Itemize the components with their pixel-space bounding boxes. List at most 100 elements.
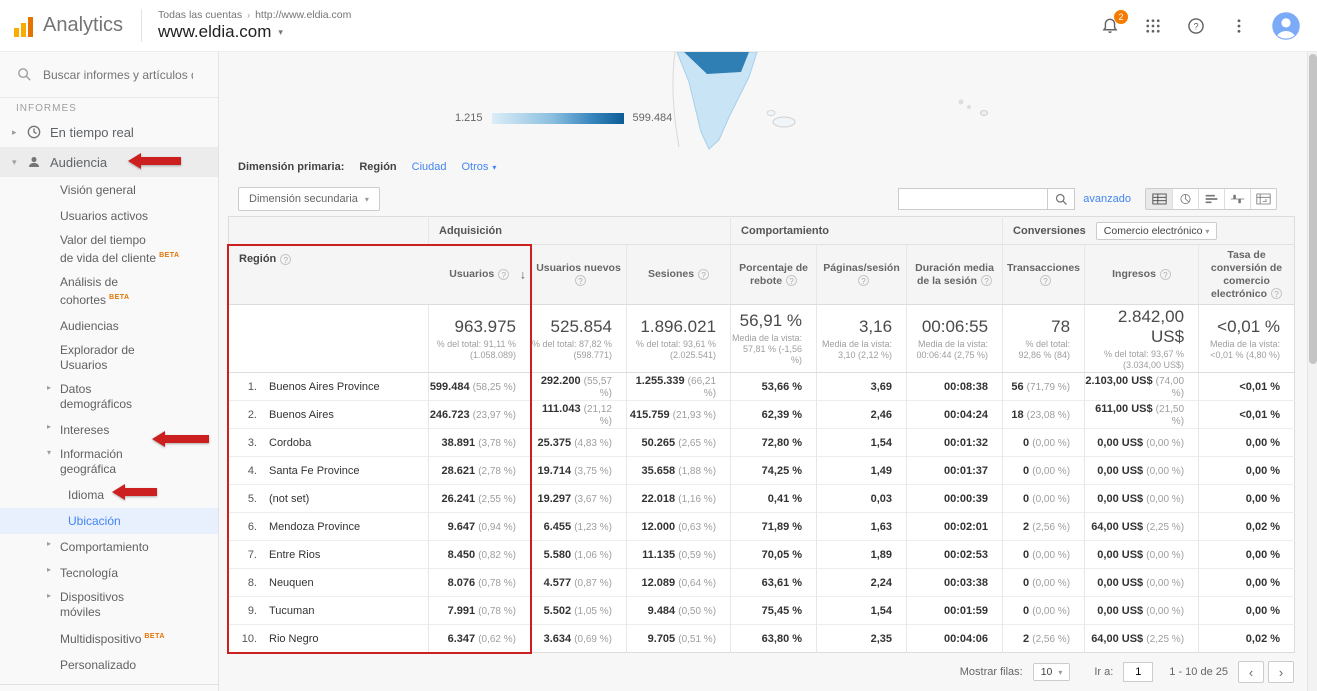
- sidebar-item-idioma[interactable]: Idioma: [0, 482, 218, 508]
- app-name[interactable]: Analytics: [43, 14, 123, 37]
- prev-page-button[interactable]: ‹: [1238, 661, 1264, 683]
- sidebar-item-datos-demograficos[interactable]: ▸Datos demográficos: [0, 378, 218, 417]
- sidebar-item-vision-general[interactable]: Visión general: [0, 177, 218, 203]
- region-link[interactable]: Entre Rios: [269, 549, 320, 561]
- dimension-option-city[interactable]: Ciudad: [412, 161, 447, 173]
- chevron-right-icon[interactable]: ▸: [47, 565, 51, 574]
- chevron-right-icon[interactable]: ▸: [47, 539, 51, 548]
- search-icon: [1054, 192, 1069, 207]
- metric-cell: 0,00 US$ (0,00 %): [1085, 485, 1199, 513]
- help-icon[interactable]: [858, 275, 869, 286]
- next-page-button[interactable]: ›: [1268, 661, 1294, 683]
- metric-cell: 56 (71,79 %): [1003, 373, 1085, 401]
- sidebar-item-label: Audiencias: [60, 319, 119, 334]
- sidebar-item-dispositivos-moviles[interactable]: ▸Dispositivos móviles: [0, 586, 218, 625]
- region-link[interactable]: Mendoza Province: [269, 521, 360, 533]
- sidebar-item-usuarios-activos[interactable]: Usuarios activos: [0, 203, 218, 229]
- sidebar-item-en-tiempo-real[interactable]: ▸En tiempo real: [0, 117, 218, 147]
- chevron-down-icon[interactable]: ▾: [47, 448, 51, 457]
- percentage-view-button[interactable]: [1172, 189, 1198, 209]
- table-row: 4.Santa Fe Province28.621 (2,78 %)19.714…: [229, 457, 1295, 485]
- sidebar-item-explorador-de-usuarios[interactable]: Explorador de Usuarios: [0, 339, 218, 378]
- region-link[interactable]: Tucuman: [269, 605, 314, 617]
- goto-page-input[interactable]: [1123, 662, 1153, 682]
- region-link[interactable]: Buenos Aires: [269, 409, 334, 421]
- notifications-button[interactable]: 2: [1099, 15, 1121, 37]
- totals-cell: 525.854% del total: 87,82 % (598.771): [531, 305, 627, 373]
- sidebar-item-informacion-geografica[interactable]: ▾Información geográfica: [0, 443, 218, 482]
- column-header-tasa-de-conversion-de-comercio-electronico[interactable]: Tasa de conversión de comercio electróni…: [1199, 245, 1295, 305]
- analytics-logo-icon[interactable]: [14, 15, 33, 37]
- help-button[interactable]: ?: [1185, 15, 1207, 37]
- chevron-right-icon[interactable]: ▸: [47, 383, 51, 392]
- column-header-ingresos[interactable]: Ingresos: [1085, 245, 1199, 305]
- help-icon[interactable]: [1160, 269, 1171, 280]
- column-header-sesiones[interactable]: Sesiones: [627, 245, 731, 305]
- column-header-duracion-media-de-la-sesion[interactable]: Duración media de la sesión: [907, 245, 1003, 305]
- account-avatar[interactable]: [1271, 11, 1301, 41]
- sidebar-item-ubicacion[interactable]: Ubicación: [0, 508, 218, 534]
- performance-view-button[interactable]: [1198, 189, 1224, 209]
- sidebar-item-valor-del-tiempo-de-vida-del-cliente[interactable]: Valor del tiempo de vida del clienteBETA: [0, 229, 218, 271]
- conversion-type-select[interactable]: Comercio electrónico▾: [1096, 222, 1218, 240]
- region-link[interactable]: Buenos Aires Province: [269, 381, 380, 393]
- help-icon[interactable]: [698, 269, 709, 280]
- column-header-paginas-sesion[interactable]: Páginas/sesión: [817, 245, 907, 305]
- region-link[interactable]: (not set): [269, 493, 309, 505]
- sidebar-item-atribucion[interactable]: AtribuciónBETA: [0, 687, 218, 691]
- help-icon[interactable]: [1040, 275, 1051, 286]
- breadcrumb-item-accounts[interactable]: Todas las cuentas: [158, 9, 242, 21]
- vertical-scrollbar[interactable]: [1307, 52, 1317, 691]
- sidebar-item-analisis-de-cohortes[interactable]: Análisis de cohortesBETA: [0, 271, 218, 313]
- rows-per-page-select[interactable]: 10 ▾: [1033, 663, 1071, 681]
- sidebar-item-comportamiento[interactable]: ▸Comportamiento: [0, 534, 218, 560]
- apps-grid-button[interactable]: [1142, 15, 1164, 37]
- help-icon[interactable]: [498, 269, 509, 280]
- scrollbar-thumb[interactable]: [1309, 54, 1317, 364]
- pivot-view-button[interactable]: [1250, 189, 1276, 209]
- chevron-right-icon[interactable]: ▸: [47, 422, 51, 431]
- sidebar-item-personalizado[interactable]: Personalizado: [0, 652, 218, 678]
- search-input[interactable]: [43, 68, 193, 82]
- sidebar-search[interactable]: [0, 52, 218, 98]
- beta-badge: BETA: [159, 252, 180, 259]
- metric-cell: 00:01:59: [907, 597, 1003, 625]
- account-selector[interactable]: www.eldia.com ▾: [158, 22, 351, 42]
- column-header-usuarios[interactable]: Usuarios↓: [429, 245, 531, 305]
- column-header-usuarios-nuevos[interactable]: Usuarios nuevos: [531, 245, 627, 305]
- help-icon[interactable]: [786, 275, 797, 286]
- help-icon[interactable]: [575, 275, 586, 286]
- comparison-view-button[interactable]: [1224, 189, 1250, 209]
- table-view-button[interactable]: [1146, 189, 1172, 209]
- chevron-right-icon[interactable]: ▸: [12, 127, 24, 138]
- metric-cell: 0,00 %: [1199, 541, 1295, 569]
- geo-map[interactable]: [589, 52, 1289, 152]
- column-header-transacciones[interactable]: Transacciones: [1003, 245, 1085, 305]
- breadcrumb-item-property[interactable]: http://www.eldia.com: [255, 9, 351, 21]
- help-icon[interactable]: [1271, 288, 1282, 299]
- sidebar-item-audiencia[interactable]: ▾Audiencia: [0, 147, 218, 177]
- sidebar-item-multidispositivo[interactable]: MultidispositivoBETA: [0, 625, 218, 652]
- region-link[interactable]: Neuquen: [269, 577, 314, 589]
- help-icon[interactable]: [280, 254, 291, 265]
- chevron-right-icon[interactable]: ▸: [47, 591, 51, 600]
- metric-cell: 26.241 (2,55 %): [429, 485, 531, 513]
- region-link[interactable]: Rio Negro: [269, 633, 319, 645]
- column-header-porcentaje-de-rebote[interactable]: Porcentaje de rebote: [731, 245, 817, 305]
- sidebar-item-intereses[interactable]: ▸Intereses: [0, 417, 218, 443]
- sidebar-item-tecnologia[interactable]: ▸Tecnología: [0, 560, 218, 586]
- chevron-down-icon[interactable]: ▾: [12, 157, 24, 168]
- region-link[interactable]: Santa Fe Province: [269, 465, 360, 477]
- search-button[interactable]: [1048, 188, 1075, 210]
- dimension-option-region[interactable]: Región: [359, 161, 396, 173]
- help-icon[interactable]: [981, 275, 992, 286]
- dimension-option-other[interactable]: Otros ▾: [462, 161, 497, 173]
- column-header-region[interactable]: Región: [229, 217, 429, 305]
- table-search-input[interactable]: [898, 188, 1048, 210]
- overflow-menu-button[interactable]: [1228, 15, 1250, 37]
- advanced-link[interactable]: avanzado: [1083, 193, 1131, 205]
- sidebar-item-audiencias[interactable]: Audiencias: [0, 313, 218, 339]
- secondary-dimension-button[interactable]: Dimensión secundaria ▾: [238, 187, 380, 211]
- region-link[interactable]: Cordoba: [269, 437, 311, 449]
- sort-descending-icon[interactable]: ↓: [520, 268, 526, 281]
